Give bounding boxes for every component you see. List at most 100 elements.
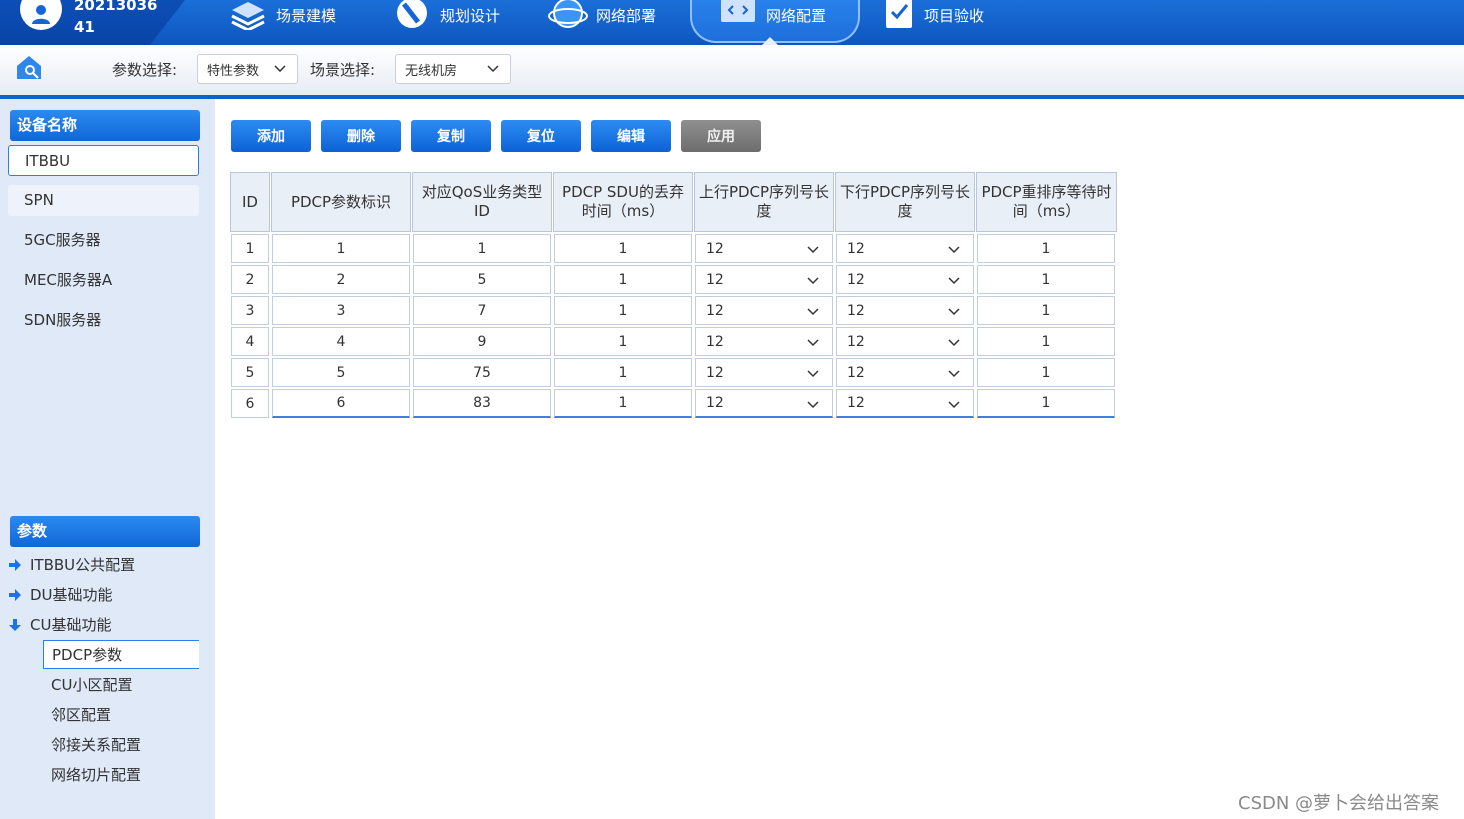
col-header-qos-id: 对应QoS业务类型ID [412,172,552,232]
table-cell-discard[interactable]: 1 [554,296,692,325]
param-select-label: 参数选择: [112,61,178,79]
param-item-itbbu-common[interactable]: ITBBU公共配置 [8,552,135,578]
col-header-pdcp-id: PDCP参数标识 [271,172,411,232]
table-cell-qos-id[interactable]: 75 [413,358,551,387]
sub-item-adjacency[interactable]: 邻接关系配置 [43,731,199,760]
chevron-down-icon [807,339,819,347]
param-item-du-basic[interactable]: DU基础功能 [8,582,113,608]
chevron-down-icon [487,65,499,73]
table-cell-id: 6 [231,389,269,418]
table-cell-dl-sn[interactable]: 12 [836,327,974,356]
table-cell-discard[interactable]: 1 [554,234,692,263]
table-cell-reorder[interactable]: 1 [977,265,1115,294]
table-cell-qos-id[interactable]: 9 [413,327,551,356]
table-cell-qos-id[interactable]: 5 [413,265,551,294]
table-cell-discard[interactable]: 1 [554,265,692,294]
table-cell-dl-sn[interactable]: 12 [836,389,974,418]
sidebar: 设备名称 ITBBU SPN 5GC服务器 MEC服务器A SDN服务器 参数 … [0,99,215,819]
table-cell-pdcp-id[interactable]: 2 [272,265,410,294]
table-cell-ul-sn[interactable]: 12 [695,358,833,387]
arrow-down-icon [9,619,21,631]
param-select[interactable]: 特性参数 [197,54,298,84]
edit-button[interactable]: 编辑 [591,120,671,152]
table-cell-pdcp-id[interactable]: 1 [272,234,410,263]
table-cell-reorder[interactable]: 1 [977,296,1115,325]
table-cell-dl-sn[interactable]: 12 [836,296,974,325]
table-cell-dl-sn[interactable]: 12 [836,265,974,294]
nav-project-acceptance[interactable]: 项目验收 [876,0,984,45]
col-header-ul-sn: 上行PDCP序列号长度 [694,172,834,232]
chevron-down-icon [948,339,960,347]
table-cell-pdcp-id[interactable]: 4 [272,327,410,356]
table-cell-id: 5 [231,358,269,387]
table-cell-qos-id[interactable]: 83 [413,389,551,418]
sub-item-cu-cell[interactable]: CU小区配置 [43,671,199,700]
chevron-down-icon [948,246,960,254]
table-cell-ul-sn[interactable]: 12 [695,296,833,325]
nav-network-deploy[interactable]: 网络部署 [548,0,656,45]
table-cell-dl-sn[interactable]: 12 [836,358,974,387]
chevron-down-icon [807,401,819,409]
table-cell-pdcp-id[interactable]: 6 [272,389,410,418]
table-cell-id: 4 [231,327,269,356]
device-item-itbbu[interactable]: ITBBU [8,145,199,176]
table-cell-id: 2 [231,265,269,294]
sub-item-neighbor[interactable]: 邻区配置 [43,701,199,730]
device-header: 设备名称 [10,110,200,141]
add-button[interactable]: 添加 [231,120,311,152]
table-cell-reorder[interactable]: 1 [977,327,1115,356]
chevron-down-icon [948,277,960,285]
table-cell-pdcp-id[interactable]: 3 [272,296,410,325]
chevron-down-icon [948,308,960,316]
table-cell-qos-id[interactable]: 1 [413,234,551,263]
user-info: 20213036 41 [0,0,185,45]
sub-item-pdcp[interactable]: PDCP参数 [43,640,199,669]
home-search-icon[interactable] [14,53,44,81]
col-header-discard-time: PDCP SDU的丢弃时间（ms） [553,172,693,232]
table-cell-reorder[interactable]: 1 [977,389,1115,418]
nav-planning-design[interactable]: 规划设计 [392,0,500,45]
nav-network-config[interactable]: 网络配置 [718,0,826,45]
monitor-code-icon [721,0,755,22]
table-cell-ul-sn[interactable]: 12 [695,234,833,263]
table-cell-id: 1 [231,234,269,263]
col-header-dl-sn: 下行PDCP序列号长度 [835,172,975,232]
scene-select-label: 场景选择: [310,61,376,79]
chevron-down-icon [274,65,286,73]
apply-button[interactable]: 应用 [681,120,761,152]
filter-bar: 参数选择: 特性参数 场景选择: 无线机房 [0,45,1464,95]
scene-select[interactable]: 无线机房 [395,54,511,84]
table-cell-ul-sn[interactable]: 12 [695,265,833,294]
nav-scene-modeling[interactable]: 场景建模 [228,0,336,45]
table-cell-discard[interactable]: 1 [554,358,692,387]
param-header: 参数 [10,516,200,547]
device-item-mec[interactable]: MEC服务器A [8,265,199,296]
table-cell-qos-id[interactable]: 7 [413,296,551,325]
device-item-sdn[interactable]: SDN服务器 [8,305,199,336]
globe-icon [548,0,588,28]
top-nav-bar: 20213036 41 场景建模 规划设计 网络部署 网络配置 项目验收 [0,0,1464,45]
chevron-down-icon [948,370,960,378]
table-cell-discard[interactable]: 1 [554,389,692,418]
table-cell-ul-sn[interactable]: 12 [695,327,833,356]
clipboard-check-icon [886,0,912,28]
table-cell-ul-sn[interactable]: 12 [695,389,833,418]
user-avatar-icon [20,0,62,30]
divider [0,95,1464,99]
arrow-right-icon [9,589,21,601]
device-item-spn[interactable]: SPN [8,185,199,216]
table-cell-discard[interactable]: 1 [554,327,692,356]
chevron-down-icon [807,277,819,285]
copy-button[interactable]: 复制 [411,120,491,152]
chevron-down-icon [807,308,819,316]
device-item-5gc[interactable]: 5GC服务器 [8,225,199,256]
table-cell-pdcp-id[interactable]: 5 [272,358,410,387]
param-item-cu-basic[interactable]: CU基础功能 [8,612,111,638]
chevron-down-icon [807,370,819,378]
delete-button[interactable]: 删除 [321,120,401,152]
table-cell-reorder[interactable]: 1 [977,234,1115,263]
reset-button[interactable]: 复位 [501,120,581,152]
table-cell-reorder[interactable]: 1 [977,358,1115,387]
sub-item-slicing[interactable]: 网络切片配置 [43,761,199,790]
table-cell-dl-sn[interactable]: 12 [836,234,974,263]
